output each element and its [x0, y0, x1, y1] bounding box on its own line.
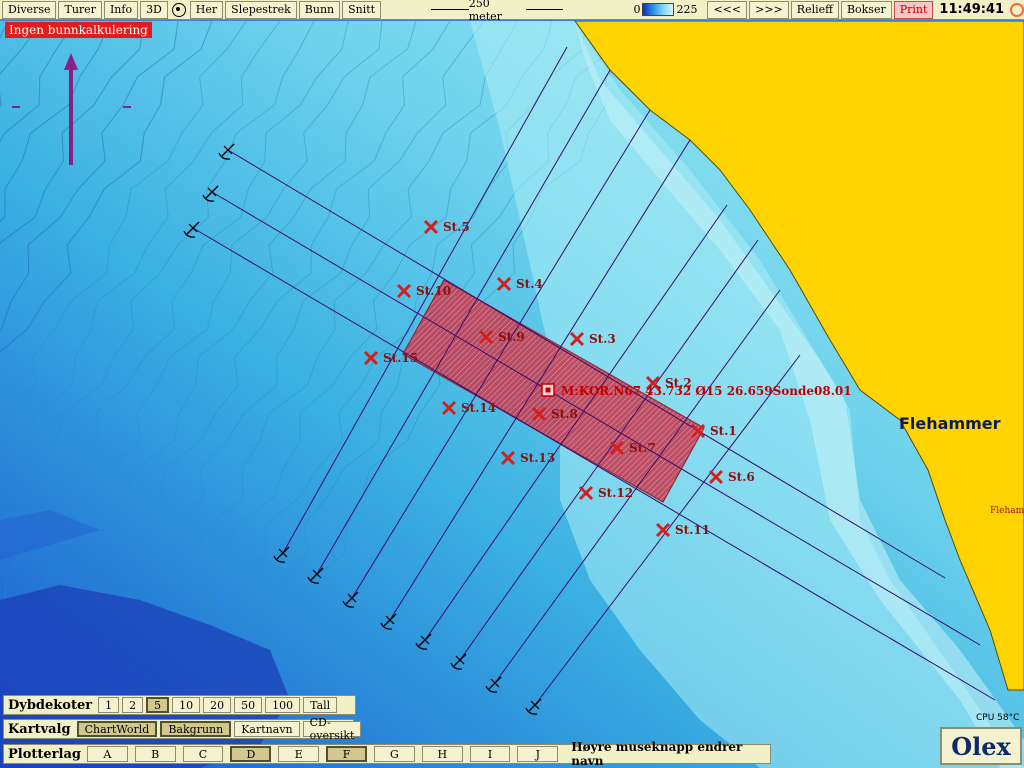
plotter-layer-a[interactable]: A: [86, 746, 128, 762]
survey-mark-center: [545, 387, 551, 393]
plotter-layer-e[interactable]: E: [278, 746, 320, 762]
station-label: St.6: [728, 470, 755, 484]
plotter-layer-i[interactable]: I: [469, 746, 511, 762]
bathymetry-map[interactable]: St.1St.2St.3St.4St.5St.6St.7St.8St.9St.1…: [0, 21, 1024, 768]
menu-her[interactable]: Her: [189, 0, 224, 19]
depth-option-100[interactable]: 100: [265, 697, 301, 713]
plotter-layer-b[interactable]: B: [134, 746, 176, 762]
menu-snitt[interactable]: Snitt: [342, 0, 382, 19]
chart-panel-title: Kartvalg: [8, 721, 71, 737]
menu-diverse[interactable]: Diverse: [2, 0, 57, 19]
station-label: St.1: [710, 424, 737, 438]
depth-max-label: 225: [676, 3, 698, 16]
map-view[interactable]: St.1 St.2 St.3 St.4 St.5 St.6 St.7 St.8 St.9 St.1…: [0, 21, 1024, 768]
plotter-layer-g[interactable]: G: [374, 746, 415, 762]
station-label: St.9: [498, 330, 525, 344]
station-label: St.5: [443, 220, 470, 234]
station-label: St.14: [461, 401, 496, 415]
nav-forward-button[interactable]: >>>: [749, 0, 789, 19]
menu-turer[interactable]: Turer: [58, 0, 102, 19]
survey-mark-label: M:KOR.N67 43.732 Ø15 26.659Sonde08.01: [561, 384, 852, 398]
plotter-layer-h[interactable]: H: [421, 746, 463, 762]
scale-label: 250 meter: [468, 0, 502, 23]
station-label: St.11: [675, 523, 710, 537]
depth-panel-title: Dybdekoter: [8, 697, 93, 713]
scale-bar: 250 meter: [431, 0, 564, 23]
sun-icon[interactable]: [1010, 2, 1024, 17]
plotter-layer-panel: Plotterlag A B C D E F G H I J Høyre mus…: [3, 740, 771, 768]
menu-bunn[interactable]: Bunn: [298, 0, 341, 19]
chart-option-chartnames[interactable]: Kartnavn: [234, 721, 300, 737]
plotter-hint: Høyre museknapp endrer navn: [571, 740, 743, 768]
clock: 11:49:41: [939, 2, 1005, 17]
plotter-layer-j[interactable]: J: [517, 746, 559, 762]
chart-option-cd-overview[interactable]: CD-oversikt: [302, 716, 362, 742]
depth-option-20[interactable]: 20: [203, 697, 232, 713]
chart-option-background[interactable]: Bakgrunn: [160, 721, 232, 737]
menu-info[interactable]: Info: [103, 0, 139, 19]
top-toolbar: Diverse Turer Info 3D Her Slepestrek Bun…: [0, 0, 1024, 23]
depth-option-2[interactable]: 2: [122, 697, 144, 713]
chart-select-panel: Kartvalg ChartWorld Bakgrunn Kartnavn CD…: [3, 716, 362, 742]
plotter-layer-f[interactable]: F: [326, 746, 368, 762]
plotter-panel-title: Plotterlag: [8, 746, 81, 762]
olex-logo: Olex: [940, 727, 1022, 765]
station-label: St.15: [383, 351, 418, 365]
depth-color-scale[interactable]: 0 225: [633, 3, 697, 16]
depth-option-10[interactable]: 10: [172, 697, 201, 713]
station-label: St.8: [551, 407, 578, 421]
chart-option-chartworld[interactable]: ChartWorld: [76, 721, 158, 737]
scale-line-right: [525, 9, 564, 10]
no-bottom-calc-warning: Ingen bunnkalkulering: [5, 22, 152, 38]
plotter-layer-d[interactable]: D: [230, 746, 272, 762]
menu-3d[interactable]: 3D: [140, 0, 168, 19]
station-label: St.12: [598, 486, 633, 500]
station-label: St.3: [589, 332, 616, 346]
plotter-layer-c[interactable]: C: [182, 746, 224, 762]
scale-line-left: [431, 9, 469, 10]
print-button[interactable]: Print: [893, 0, 934, 19]
station-label: St.13: [520, 451, 555, 465]
target-icon[interactable]: [171, 2, 186, 17]
menu-slepestrek[interactable]: Slepestrek: [225, 0, 297, 19]
depth-gradient[interactable]: [642, 3, 675, 16]
depth-option-tall[interactable]: Tall: [303, 697, 338, 713]
depth-contour-panel: Dybdekoter 1 2 5 10 20 50 100 Tall: [3, 695, 356, 715]
station-label: St.10: [416, 284, 451, 298]
place-name-flehammer: Flehammer: [899, 414, 1001, 433]
boxes-button[interactable]: Bokser: [840, 0, 892, 19]
cpu-temperature: CPU 58°C: [976, 713, 1020, 723]
depth-option-5[interactable]: 5: [146, 697, 170, 713]
depth-min-label: 0: [633, 3, 641, 16]
station-label: St.4: [516, 277, 543, 291]
relief-button[interactable]: Relieff: [790, 0, 839, 19]
nav-back-button[interactable]: <<<: [707, 0, 748, 19]
depth-option-50[interactable]: 50: [234, 697, 263, 713]
station-label: St.7: [629, 441, 656, 455]
place-name-small: Flehamm: [990, 506, 1024, 516]
depth-option-1[interactable]: 1: [98, 697, 120, 713]
